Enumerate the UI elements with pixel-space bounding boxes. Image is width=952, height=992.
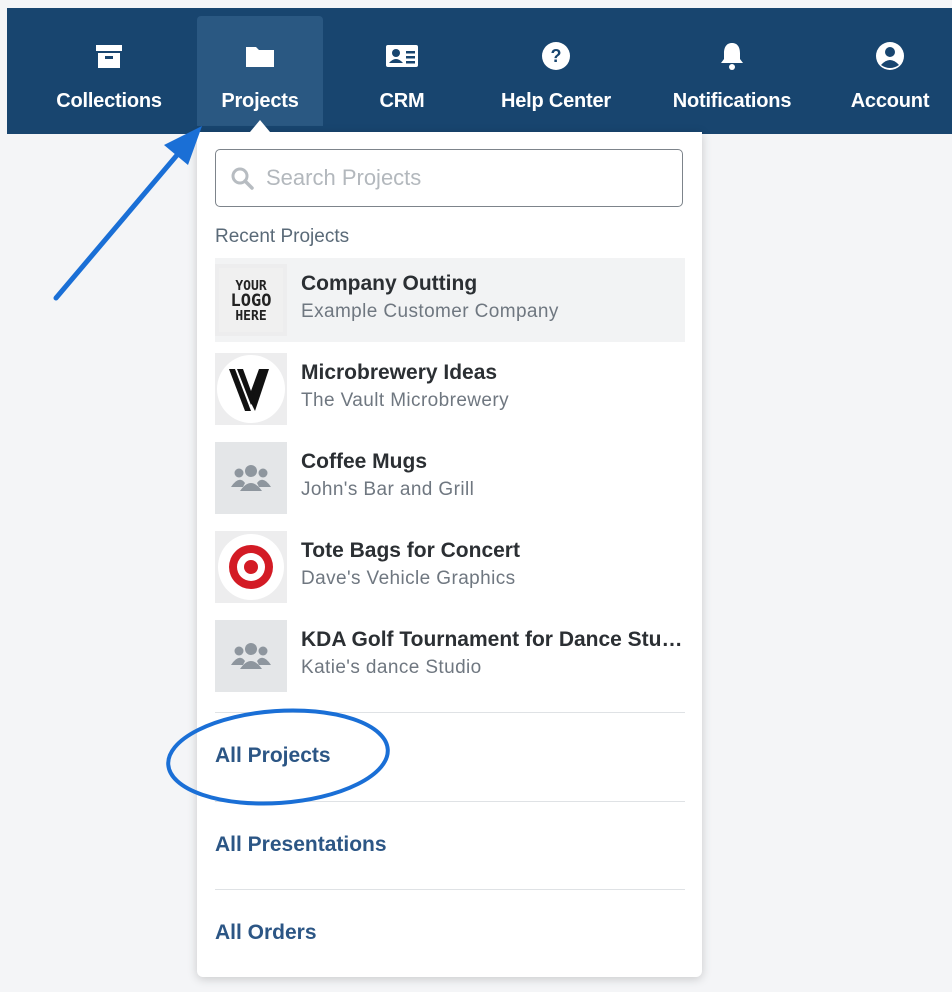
project-client: John's Bar and Grill <box>301 479 475 500</box>
list-item[interactable]: YOUR LOGO HERE Company Outting Example C… <box>215 258 685 342</box>
nav-label: Collections <box>56 90 162 112</box>
project-client: Katie's dance Studio <box>301 657 482 678</box>
bell-icon <box>719 38 745 74</box>
project-title: Coffee Mugs <box>301 450 427 473</box>
nav-label: Account <box>850 90 930 112</box>
search-input[interactable] <box>264 164 668 192</box>
all-presentations-link[interactable]: All Presentations <box>215 833 387 857</box>
dropdown-caret <box>250 120 270 132</box>
project-title: Company Outting <box>301 272 478 295</box>
recent-projects-label: Recent Projects <box>215 226 350 247</box>
logo-text: LOGO <box>231 291 272 311</box>
nav-crm[interactable]: CRM <box>352 16 452 126</box>
project-thumbnail <box>215 442 287 514</box>
project-thumbnail <box>215 620 287 692</box>
nav-notifications[interactable]: Notifications <box>657 16 807 126</box>
project-thumbnail <box>215 531 287 603</box>
group-icon <box>231 465 271 491</box>
svg-text:?: ? <box>551 46 562 66</box>
nav-projects[interactable]: Projects <box>197 16 323 126</box>
nav-label: CRM <box>379 90 425 112</box>
project-client: Example Customer Company <box>301 301 559 322</box>
list-item[interactable]: Coffee Mugs John's Bar and Grill <box>215 436 685 520</box>
project-thumbnail <box>215 353 287 425</box>
list-item[interactable]: Tote Bags for Concert Dave's Vehicle Gra… <box>215 525 685 609</box>
folder-icon <box>245 38 275 74</box>
project-title: KDA Golf Tournament for Dance Studio <box>301 628 685 651</box>
search-box[interactable] <box>215 149 683 207</box>
projects-dropdown: Recent Projects YOUR LOGO HERE Company O… <box>197 132 702 977</box>
divider <box>215 712 685 713</box>
nav-help-center[interactable]: ? Help Center <box>481 16 631 126</box>
question-circle-icon: ? <box>541 38 571 74</box>
all-orders-link[interactable]: All Orders <box>215 921 317 945</box>
nav-label: Help Center <box>500 90 612 112</box>
project-client: Dave's Vehicle Graphics <box>301 568 516 589</box>
all-projects-link[interactable]: All Projects <box>215 744 331 768</box>
nav-account[interactable]: Account <box>835 16 945 126</box>
group-icon <box>231 643 271 669</box>
target-logo-icon <box>218 534 284 600</box>
project-client: The Vault Microbrewery <box>301 390 510 411</box>
archive-box-icon <box>95 38 123 74</box>
annotation-arrow <box>53 145 186 301</box>
project-title: Microbrewery Ideas <box>301 361 498 384</box>
nav-label: Notifications <box>672 90 792 112</box>
contact-card-icon <box>385 38 419 74</box>
divider <box>215 801 685 802</box>
search-icon <box>230 166 254 190</box>
nav-label: Projects <box>221 90 299 112</box>
top-nav-bar: Collections Projects CRM ? Help Center N… <box>7 8 952 134</box>
v-logo-icon <box>217 355 285 423</box>
nav-collections[interactable]: Collections <box>39 16 179 126</box>
user-circle-icon <box>875 38 905 74</box>
project-thumbnail: YOUR LOGO HERE <box>215 264 287 336</box>
list-item[interactable]: KDA Golf Tournament for Dance Studio Kat… <box>215 614 685 698</box>
logo-placeholder-icon: YOUR LOGO HERE <box>219 268 283 332</box>
divider <box>215 889 685 890</box>
list-item[interactable]: Microbrewery Ideas The Vault Microbrewer… <box>215 347 685 431</box>
project-title: Tote Bags for Concert <box>301 539 520 562</box>
logo-text: HERE <box>235 309 266 324</box>
